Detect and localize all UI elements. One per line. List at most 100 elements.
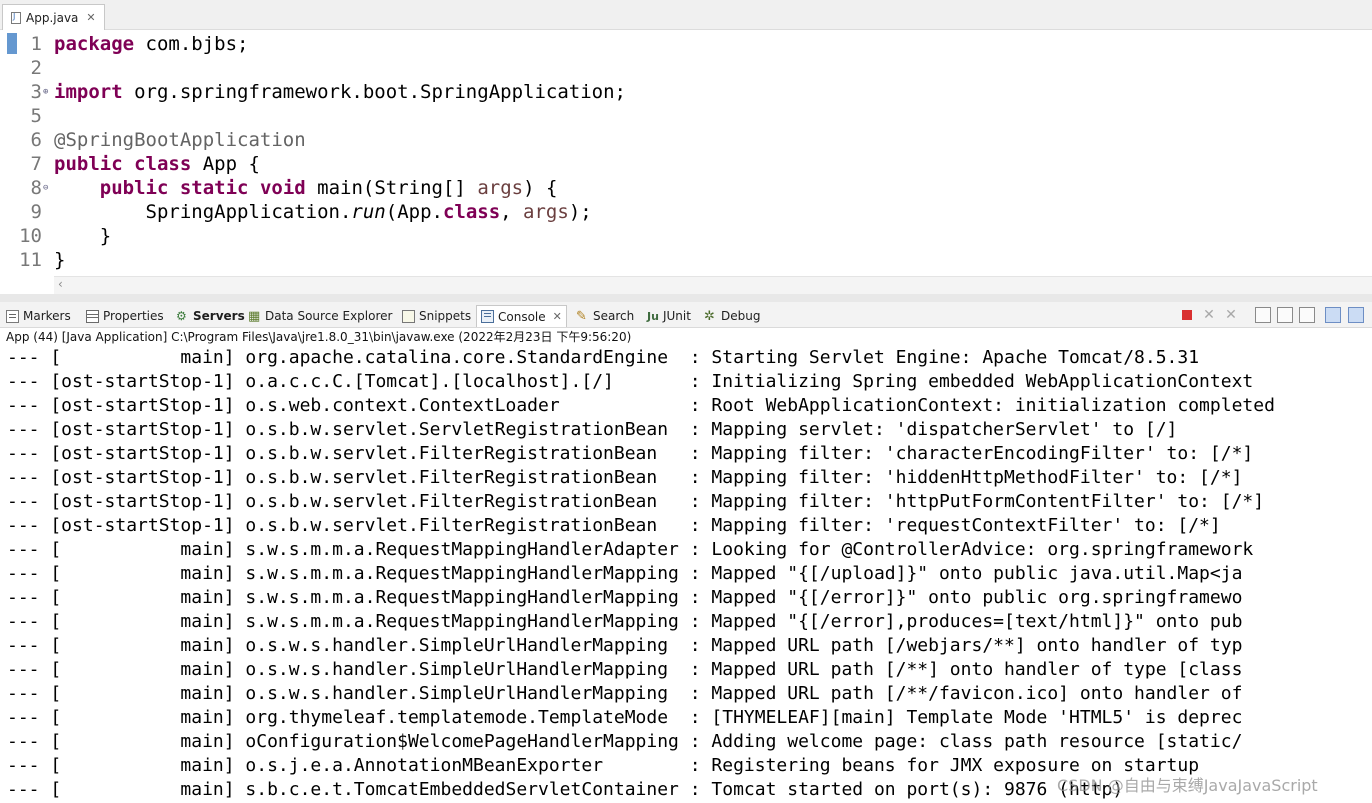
tab-label: Snippets bbox=[419, 309, 472, 323]
console-line: --- [ main] o.s.w.s.handler.SimpleUrlHan… bbox=[7, 635, 1243, 656]
tab-label: JUnit bbox=[662, 309, 691, 323]
code-token: args bbox=[477, 177, 524, 199]
tab-snippets[interactable]: Snippets bbox=[402, 305, 471, 327]
console-line: --- [ main] s.w.s.m.m.a.RequestMappingHa… bbox=[7, 587, 1243, 608]
code-token: SpringApplication. bbox=[54, 201, 352, 223]
terminate-button[interactable] bbox=[1179, 307, 1195, 323]
console-line: --- [ main] o.s.j.e.a.AnnotationMBeanExp… bbox=[7, 755, 1200, 776]
console-line: --- [ost-startStop-1] o.s.b.w.servlet.Se… bbox=[7, 419, 1178, 440]
console-line: --- [ main] s.b.c.e.t.TomcatEmbeddedServ… bbox=[7, 779, 1124, 800]
remove-all-terminated-icon: ✕ bbox=[1225, 307, 1237, 323]
remove-launch-icon: ✕ bbox=[1203, 307, 1215, 323]
line-number: 5 bbox=[30, 105, 42, 127]
editor-tab-bar: App.java ✕ bbox=[0, 0, 1372, 30]
word-wrap-button[interactable] bbox=[1299, 307, 1315, 323]
code-text: package com.bjbs; bbox=[54, 32, 248, 56]
search-icon: ✎ bbox=[576, 308, 587, 324]
terminate-icon bbox=[1182, 310, 1192, 320]
remove-launch-button[interactable]: ✕ bbox=[1201, 307, 1217, 323]
data-source-icon: ▦ bbox=[248, 308, 261, 324]
close-icon[interactable]: ✕ bbox=[553, 310, 562, 323]
tab-debug[interactable]: ✲ Debug bbox=[704, 305, 760, 327]
tab-servers[interactable]: ⚙ Servers bbox=[176, 305, 245, 327]
properties-icon bbox=[86, 309, 99, 323]
code-token: @SpringBootApplication bbox=[54, 129, 306, 151]
console-line: --- [ main] o.s.w.s.handler.SimpleUrlHan… bbox=[7, 683, 1243, 704]
console-line: --- [ main] oConfiguration$WelcomePageHa… bbox=[7, 731, 1243, 752]
tab-label: Servers bbox=[193, 309, 245, 323]
code-line: 5 bbox=[0, 104, 1372, 128]
line-number: 9 bbox=[30, 201, 42, 223]
tab-label: Markers bbox=[23, 309, 71, 323]
code-token: package bbox=[54, 33, 135, 55]
code-text: } bbox=[54, 248, 65, 272]
line-number: 3 bbox=[30, 81, 42, 103]
code-token: } bbox=[54, 249, 66, 271]
code-text: public static void main(String[] args) { bbox=[54, 176, 558, 200]
show-console-on-output-button[interactable] bbox=[1325, 307, 1341, 323]
tab-console[interactable]: Console ✕ bbox=[476, 305, 567, 327]
code-token: args bbox=[523, 201, 569, 223]
code-text: @SpringBootApplication bbox=[54, 128, 306, 152]
code-token: , bbox=[500, 201, 524, 223]
code-text: public class App { bbox=[54, 152, 260, 176]
code-line: 9 SpringApplication.run(App.class, args)… bbox=[0, 200, 1372, 224]
scroll-lock-button[interactable] bbox=[1277, 307, 1293, 323]
tab-label: Console bbox=[498, 309, 546, 324]
tab-label: Debug bbox=[721, 309, 761, 323]
code-line: 3 ⊕ import org.springframework.boot.Spring… bbox=[0, 80, 1372, 104]
editor-tab-app-java[interactable]: App.java ✕ bbox=[2, 4, 105, 30]
code-token: } bbox=[54, 225, 112, 247]
fold-collapse-icon[interactable]: ⊖ bbox=[43, 176, 53, 200]
line-number: 11 bbox=[19, 249, 42, 271]
code-token: import bbox=[54, 81, 123, 103]
code-token: org.springframework.boot.SpringApplicati… bbox=[122, 81, 626, 103]
code-token: class bbox=[134, 153, 192, 175]
line-number: 7 bbox=[30, 153, 42, 175]
console-line: --- [ main] org.thymeleaf.templatemode.T… bbox=[7, 707, 1243, 728]
close-icon[interactable]: ✕ bbox=[86, 11, 95, 24]
line-number: 8 bbox=[30, 177, 42, 199]
console-process-label: App (44) [Java Application] C:\Program F… bbox=[0, 328, 1372, 346]
tab-data-source-explorer[interactable]: ▦ Data Source Explorer bbox=[248, 305, 392, 327]
code-editor[interactable]: 1 package com.bjbs; 2 3 ⊕ import org.springfr… bbox=[0, 30, 1372, 276]
code-token: void bbox=[259, 177, 306, 199]
console-output[interactable]: --- [ main] org.apache.catalina.core.Sta… bbox=[0, 346, 1372, 803]
tab-label: Data Source Explorer bbox=[265, 309, 393, 323]
remove-all-terminated-button[interactable]: ✕ bbox=[1223, 307, 1239, 323]
fold-expand-icon[interactable]: ⊕ bbox=[43, 80, 53, 104]
console-icon bbox=[481, 310, 494, 323]
show-console-on-error-button[interactable] bbox=[1348, 307, 1364, 323]
line-number: 2 bbox=[30, 57, 42, 79]
code-token: public bbox=[99, 177, 169, 199]
console-line: --- [ost-startStop-1] o.a.c.c.C.[Tomcat]… bbox=[7, 371, 1254, 392]
views-tab-bar: Markers Properties ⚙ Servers ▦ Data Sour… bbox=[0, 302, 1372, 328]
debug-icon: ✲ bbox=[704, 308, 715, 324]
tab-search[interactable]: ✎ Search bbox=[576, 305, 634, 327]
code-token: ); bbox=[568, 201, 592, 223]
editor-tab-label: App.java bbox=[26, 10, 79, 25]
view-sash[interactable] bbox=[0, 294, 1372, 302]
code-token: main(String[] bbox=[305, 177, 478, 199]
code-line: 6 @SpringBootApplication bbox=[0, 128, 1372, 152]
code-text: SpringApplication.run(App.class, args); bbox=[54, 200, 592, 224]
tab-properties[interactable]: Properties bbox=[86, 305, 164, 327]
console-line: --- [ost-startStop-1] o.s.b.w.servlet.Fi… bbox=[7, 515, 1221, 536]
code-line: 7 public class App { bbox=[0, 152, 1372, 176]
tab-markers[interactable]: Markers bbox=[6, 305, 71, 327]
watermark: CSDN @自由与束缚JavaJavaScript bbox=[1057, 776, 1318, 795]
tab-junit[interactable]: Ju JUnit bbox=[647, 305, 691, 327]
java-file-icon bbox=[11, 11, 21, 24]
tab-label: Properties bbox=[103, 309, 164, 323]
editor-horizontal-scrollbar[interactable]: ‹ bbox=[54, 276, 1372, 295]
console-line: --- [ost-startStop-1] o.s.b.w.servlet.Fi… bbox=[7, 467, 1243, 488]
clear-console-button[interactable] bbox=[1255, 307, 1271, 323]
scroll-left-icon[interactable]: ‹ bbox=[58, 277, 63, 291]
code-line: 10 } bbox=[0, 224, 1372, 248]
console-line: --- [ main] s.w.s.m.m.a.RequestMappingHa… bbox=[7, 611, 1243, 632]
code-token: static bbox=[179, 177, 249, 199]
line-number: 6 bbox=[30, 129, 42, 151]
